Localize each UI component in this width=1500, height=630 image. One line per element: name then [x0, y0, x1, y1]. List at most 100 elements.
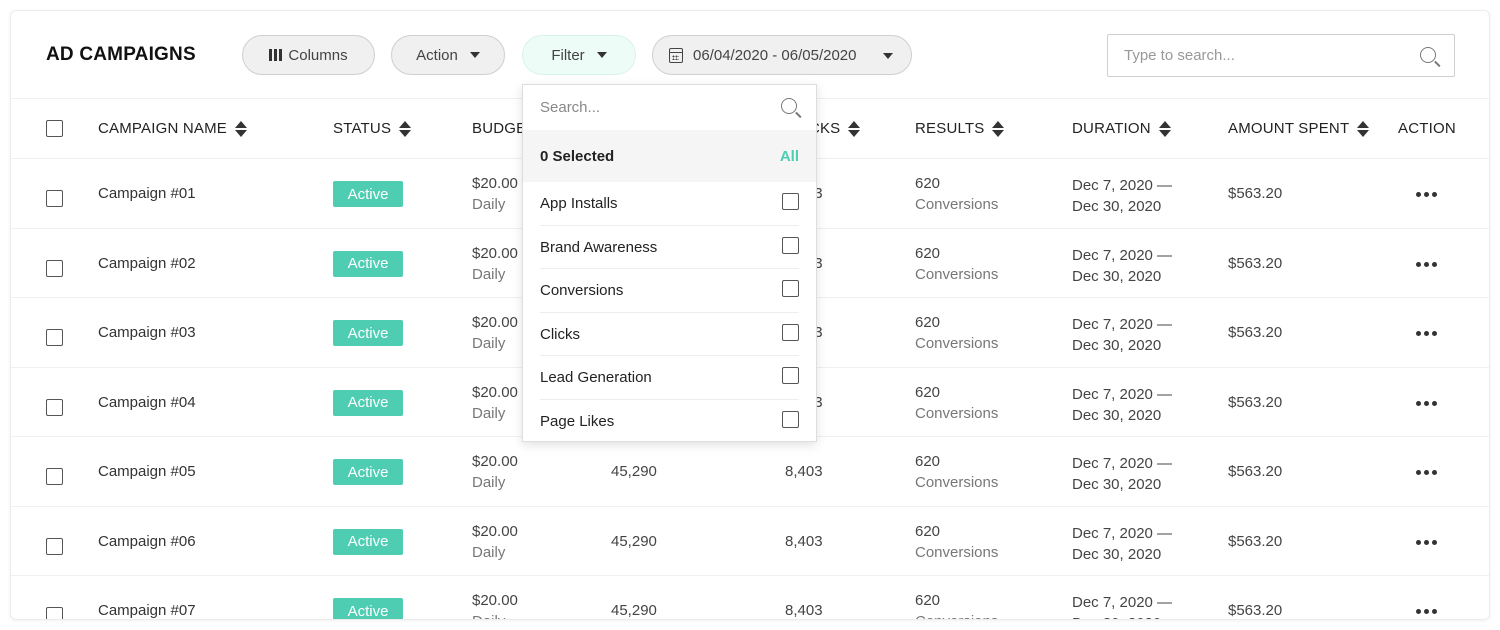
campaign-name[interactable]: Campaign #06: [98, 533, 196, 550]
column-header-results[interactable]: RESULTS: [915, 120, 1005, 137]
budget-amount: $20.00: [472, 383, 518, 401]
date-range-picker[interactable]: 06/04/2020 - 06/05/2020: [652, 35, 912, 75]
filter-option[interactable]: Conversions: [540, 269, 799, 313]
row-checkbox[interactable]: [46, 468, 63, 485]
row-checkbox[interactable]: [46, 259, 63, 277]
campaign-name[interactable]: Campaign #01: [98, 185, 196, 202]
search-input[interactable]: [1108, 35, 1408, 76]
duration-start: Dec 7, 2020 —: [1072, 594, 1173, 611]
more-horizontal-icon[interactable]: [1416, 470, 1437, 475]
duration-cell: Dec 7, 2020 — Dec 30, 2020: [1072, 523, 1172, 565]
filter-option-checkbox[interactable]: [782, 193, 799, 210]
duration-cell: Dec 7, 2020 — Dec 30, 2020: [1072, 592, 1173, 619]
chevron-down-icon: [883, 53, 893, 59]
duration-start: Dec 7, 2020 —: [1072, 177, 1173, 194]
filter-option[interactable]: Lead Generation: [540, 356, 799, 400]
budget-cell: $20.00 Daily: [472, 590, 518, 619]
campaign-name[interactable]: Campaign #07: [98, 602, 196, 619]
budget-cell: $20.00 Daily: [472, 521, 518, 563]
filter-option-label: Conversions: [540, 282, 624, 299]
duration-cell: Dec 7, 2020 — Dec 30, 2020: [1072, 453, 1172, 495]
campaign-name[interactable]: Campaign #03: [98, 324, 196, 341]
more-horizontal-icon[interactable]: [1416, 539, 1437, 545]
campaign-name[interactable]: Campaign #04: [98, 394, 196, 411]
results-type: Conversions: [915, 404, 999, 422]
column-header-amount-spent[interactable]: AMOUNT SPENT: [1228, 120, 1370, 137]
duration-end: Dec 30, 2020: [1072, 613, 1172, 619]
campaign-name[interactable]: Campaign #02: [98, 255, 196, 272]
filter-option-checkbox[interactable]: [782, 280, 799, 297]
row-checkbox[interactable]: [46, 190, 63, 207]
budget-amount: $20.00: [472, 592, 518, 609]
columns-button[interactable]: Columns: [242, 35, 375, 75]
table-row[interactable]: Campaign #07 Active $20.00 Daily 45,290 8,403…: [11, 576, 1489, 619]
sort-icon[interactable]: [399, 120, 412, 137]
results-value: 620: [915, 522, 941, 540]
amount-spent-value: $563.20: [1228, 602, 1283, 619]
duration-end: Dec 30, 2020: [1072, 337, 1162, 354]
clicks-value: 8,403: [785, 532, 823, 550]
filter-option-checkbox[interactable]: [782, 367, 799, 384]
sort-icon[interactable]: [235, 120, 248, 137]
column-header-status[interactable]: STATUS: [333, 120, 412, 137]
more-horizontal-icon[interactable]: [1416, 192, 1437, 197]
amount-spent-value: $563.20: [1228, 463, 1283, 480]
table-row[interactable]: Campaign #05 Active $20.00 Daily 45,290 8,403…: [11, 437, 1489, 507]
filter-selected-bar: 0 Selected All: [523, 130, 816, 182]
impressions-value: 45,290: [611, 532, 657, 550]
date-range-value: 06/04/2020 - 06/05/2020: [693, 46, 857, 64]
sort-icon[interactable]: [992, 120, 1005, 137]
column-header-campaign-name[interactable]: CAMPAIGN NAME: [98, 120, 248, 137]
filter-option-checkbox[interactable]: [782, 323, 799, 341]
amount-spent-value: $563.20: [1228, 532, 1283, 550]
filter-option[interactable]: App Installs: [540, 182, 799, 226]
columns-button-label: Columns: [288, 46, 348, 64]
column-header-label: ACTION: [1398, 120, 1456, 137]
budget-period: Daily: [472, 404, 506, 422]
search-icon[interactable]: [781, 98, 797, 114]
filter-option-checkbox[interactable]: [782, 410, 799, 428]
sort-icon[interactable]: [1158, 120, 1171, 137]
filter-option[interactable]: Brand Awareness: [540, 226, 799, 269]
more-horizontal-icon[interactable]: [1416, 609, 1437, 614]
row-checkbox[interactable]: [46, 607, 63, 619]
columns-icon: [269, 49, 283, 61]
campaign-name[interactable]: Campaign #05: [98, 463, 196, 480]
status-badge: Active: [333, 181, 403, 207]
duration-start: Dec 7, 2020 —: [1072, 316, 1173, 333]
duration-cell: Dec 7, 2020 — Dec 30, 2020: [1072, 384, 1172, 426]
row-checkbox[interactable]: [46, 329, 63, 346]
budget-amount: $20.00: [472, 453, 518, 470]
results-value: 620: [915, 383, 941, 401]
filter-search-input[interactable]: [523, 85, 763, 130]
results-cell: 620 Conversions: [915, 451, 998, 493]
more-horizontal-icon[interactable]: [1416, 331, 1437, 336]
filter-option-label: Brand Awareness: [540, 238, 658, 256]
action-button[interactable]: Action: [391, 35, 505, 75]
column-header-duration[interactable]: DURATION: [1072, 120, 1171, 137]
results-cell: 620 Conversions: [915, 521, 998, 563]
select-all-checkbox[interactable]: [46, 120, 63, 137]
filter-option[interactable]: Clicks: [540, 313, 799, 356]
column-header-label: AMOUNT SPENT: [1228, 120, 1350, 137]
filter-option-label: Page Likes: [540, 412, 615, 430]
column-header-label: DURATION: [1072, 120, 1151, 137]
filter-button[interactable]: Filter: [522, 35, 636, 75]
row-checkbox[interactable]: [46, 398, 63, 416]
page-title: AD CAMPAIGNS: [46, 44, 196, 65]
results-value: 620: [915, 592, 941, 609]
results-type: Conversions: [915, 474, 999, 491]
duration-end: Dec 30, 2020: [1072, 406, 1162, 424]
select-all-link[interactable]: All: [780, 148, 799, 165]
sort-icon[interactable]: [848, 120, 861, 137]
table-row[interactable]: Campaign #06 Active $20.00 Daily 45,290 8,403…: [11, 507, 1489, 576]
results-value: 620: [915, 453, 941, 470]
results-type: Conversions: [915, 611, 998, 619]
filter-option-checkbox[interactable]: [782, 236, 799, 254]
more-horizontal-icon[interactable]: [1416, 261, 1437, 267]
row-checkbox[interactable]: [46, 537, 63, 555]
filter-option[interactable]: Page Likes: [540, 400, 799, 444]
sort-icon[interactable]: [1357, 120, 1370, 137]
search-icon[interactable]: [1420, 47, 1436, 63]
more-horizontal-icon[interactable]: [1416, 400, 1437, 406]
